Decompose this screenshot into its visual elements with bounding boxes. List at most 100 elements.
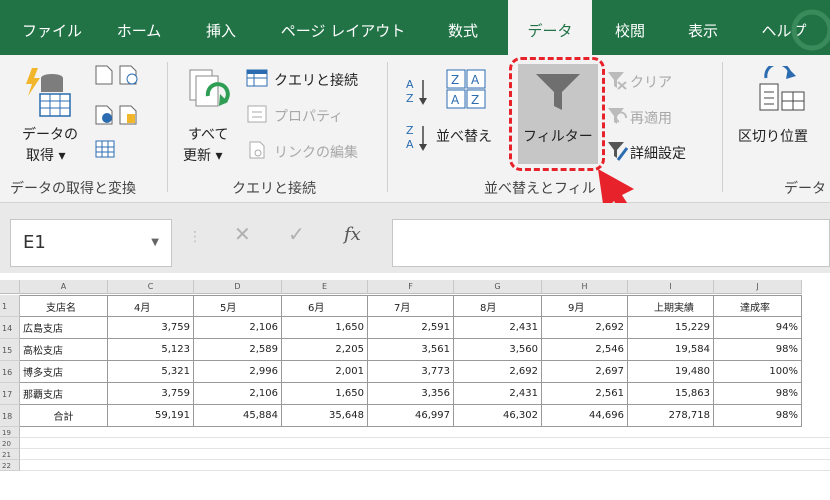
row-header[interactable]: 16 bbox=[0, 361, 20, 383]
data-cell[interactable]: 3,759 bbox=[108, 383, 194, 405]
header-cell[interactable]: 9月 bbox=[542, 295, 628, 317]
existing-connections-icon[interactable] bbox=[118, 104, 140, 126]
data-cell[interactable]: 2,697 bbox=[542, 361, 628, 383]
reapply-icon bbox=[608, 108, 627, 124]
row-header[interactable]: 14 bbox=[0, 317, 20, 339]
data-cell[interactable]: 46,302 bbox=[454, 405, 542, 427]
data-cell[interactable]: 19,480 bbox=[628, 361, 714, 383]
data-cell[interactable]: 45,884 bbox=[194, 405, 282, 427]
row-header[interactable]: 15 bbox=[0, 339, 20, 361]
data-cell[interactable]: 5,321 bbox=[108, 361, 194, 383]
data-cell[interactable]: 19,584 bbox=[628, 339, 714, 361]
recent-sources-icon[interactable] bbox=[118, 64, 140, 86]
data-cell[interactable]: 3,356 bbox=[368, 383, 454, 405]
data-cell[interactable]: 35,648 bbox=[282, 405, 368, 427]
tab-insert[interactable]: 挿入 bbox=[186, 0, 256, 55]
tab-home[interactable]: ホーム bbox=[104, 0, 174, 55]
data-cell[interactable]: 1,650 bbox=[282, 317, 368, 339]
data-cell[interactable]: 98% bbox=[714, 405, 802, 427]
tab-review[interactable]: 校閲 bbox=[600, 0, 660, 55]
data-cell[interactable]: 2,106 bbox=[194, 317, 282, 339]
data-cell[interactable]: 2,692 bbox=[454, 361, 542, 383]
from-text-icon[interactable] bbox=[94, 64, 114, 86]
data-cell[interactable]: 278,718 bbox=[628, 405, 714, 427]
tab-file[interactable]: ファイル bbox=[12, 0, 92, 55]
row-header[interactable]: 20 bbox=[0, 438, 20, 449]
branch-name-cell[interactable]: 広島支店 bbox=[20, 317, 108, 339]
column-header[interactable]: I bbox=[628, 280, 714, 294]
tab-page-layout[interactable]: ページ レイアウト bbox=[268, 0, 418, 55]
header-cell[interactable]: 7月 bbox=[368, 295, 454, 317]
data-cell[interactable]: 2,001 bbox=[282, 361, 368, 383]
name-box-dropdown-icon[interactable]: ▼ bbox=[151, 220, 159, 266]
refresh-all-label-1: すべて bbox=[188, 127, 229, 143]
svg-text:A: A bbox=[406, 78, 414, 91]
data-cell[interactable]: 15,863 bbox=[628, 383, 714, 405]
data-cell[interactable]: 59,191 bbox=[108, 405, 194, 427]
group-separator bbox=[722, 62, 723, 192]
branch-name-cell[interactable]: 那覇支店 bbox=[20, 383, 108, 405]
column-header[interactable]: G bbox=[454, 280, 542, 294]
header-cell[interactable]: 支店名 bbox=[20, 295, 108, 317]
data-cell[interactable]: 3,561 bbox=[368, 339, 454, 361]
from-table-icon[interactable] bbox=[94, 138, 116, 160]
data-cell[interactable]: 3,560 bbox=[454, 339, 542, 361]
header-cell[interactable]: 上期実績 bbox=[628, 295, 714, 317]
column-header[interactable]: A bbox=[20, 280, 108, 294]
group-separator bbox=[387, 62, 388, 192]
row-header[interactable]: 19 bbox=[0, 427, 20, 438]
data-cell[interactable]: 94% bbox=[714, 317, 802, 339]
formula-input[interactable] bbox=[392, 219, 830, 267]
header-cell[interactable]: 達成率 bbox=[714, 295, 802, 317]
select-all-corner[interactable] bbox=[0, 280, 20, 294]
branch-name-cell[interactable]: 博多支店 bbox=[20, 361, 108, 383]
tab-data[interactable]: データ bbox=[508, 0, 592, 57]
data-cell[interactable]: 2,589 bbox=[194, 339, 282, 361]
data-cell[interactable]: 2,431 bbox=[454, 383, 542, 405]
data-cell[interactable]: 1,650 bbox=[282, 383, 368, 405]
cancel-icon[interactable]: ✕ bbox=[234, 222, 251, 246]
data-cell[interactable]: 3,773 bbox=[368, 361, 454, 383]
edit-links-icon bbox=[249, 141, 265, 159]
data-cell[interactable]: 2,431 bbox=[454, 317, 542, 339]
column-header[interactable]: J bbox=[714, 280, 802, 294]
column-header[interactable]: E bbox=[282, 280, 368, 294]
data-cell[interactable]: 5,123 bbox=[108, 339, 194, 361]
data-cell[interactable]: 3,759 bbox=[108, 317, 194, 339]
column-header[interactable]: F bbox=[368, 280, 454, 294]
branch-name-cell[interactable]: 合計 bbox=[20, 405, 108, 427]
column-header[interactable]: C bbox=[108, 280, 194, 294]
row-header[interactable]: 1 bbox=[0, 295, 20, 317]
data-cell[interactable]: 2,205 bbox=[282, 339, 368, 361]
data-cell[interactable]: 15,229 bbox=[628, 317, 714, 339]
header-cell[interactable]: 5月 bbox=[194, 295, 282, 317]
column-header[interactable]: D bbox=[194, 280, 282, 294]
data-cell[interactable]: 2,591 bbox=[368, 317, 454, 339]
insert-function-icon[interactable]: fx bbox=[344, 224, 361, 245]
row-header[interactable]: 17 bbox=[0, 383, 20, 405]
header-cell[interactable]: 6月 bbox=[282, 295, 368, 317]
tab-view[interactable]: 表示 bbox=[670, 0, 736, 55]
header-cell[interactable]: 8月 bbox=[454, 295, 542, 317]
name-box[interactable]: E1 ▼ bbox=[10, 219, 172, 267]
data-cell[interactable]: 2,692 bbox=[542, 317, 628, 339]
enter-icon[interactable]: ✓ bbox=[288, 222, 305, 246]
data-cell[interactable]: 44,696 bbox=[542, 405, 628, 427]
tab-formulas[interactable]: 数式 bbox=[428, 0, 498, 55]
from-web-icon[interactable] bbox=[94, 104, 116, 126]
branch-name-cell[interactable]: 高松支店 bbox=[20, 339, 108, 361]
data-cell[interactable]: 100% bbox=[714, 361, 802, 383]
data-cell[interactable]: 2,106 bbox=[194, 383, 282, 405]
row-header[interactable]: 21 bbox=[0, 449, 20, 460]
data-cell[interactable]: 2,996 bbox=[194, 361, 282, 383]
header-cell[interactable]: 4月 bbox=[108, 295, 194, 317]
data-cell[interactable]: 98% bbox=[714, 339, 802, 361]
row-header[interactable]: 18 bbox=[0, 405, 20, 427]
data-cell[interactable]: 46,997 bbox=[368, 405, 454, 427]
row-header[interactable]: 22 bbox=[0, 460, 20, 471]
svg-text:A: A bbox=[406, 138, 414, 151]
data-cell[interactable]: 2,546 bbox=[542, 339, 628, 361]
column-header[interactable]: H bbox=[542, 280, 628, 294]
data-cell[interactable]: 2,561 bbox=[542, 383, 628, 405]
data-cell[interactable]: 98% bbox=[714, 383, 802, 405]
